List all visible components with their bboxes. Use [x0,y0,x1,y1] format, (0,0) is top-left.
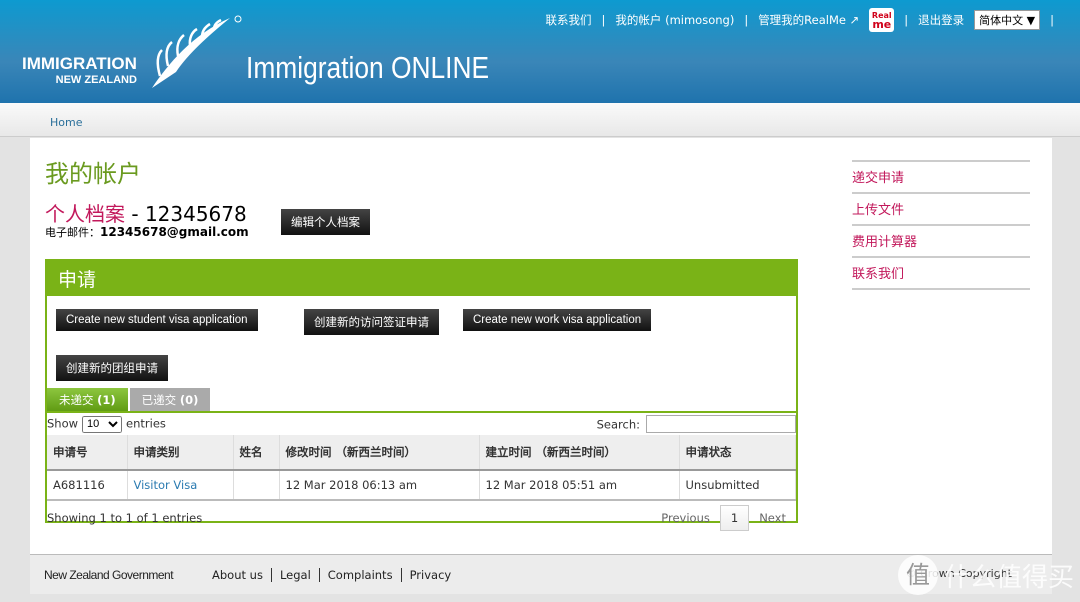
separator: | [904,13,909,27]
footer-privacy-link[interactable]: Privacy [400,567,460,582]
separator: | [1050,13,1054,27]
profile-number: 12345678 [144,202,247,226]
sidebar-item-fee-calculator[interactable]: 费用计算器 [852,224,1030,256]
create-group-application-button[interactable]: 创建新的团组申请 [56,355,168,381]
sidebar: 递交申请 上传文件 费用计算器 联系我们 [852,160,1030,290]
site-header: IMMIGRATION NEW ZEALAND Immigration ONLI… [0,0,1080,103]
create-work-visa-button[interactable]: Create new work visa application [463,309,652,331]
column-header[interactable]: 申请状态 [679,435,796,471]
pagination: Previous 1 Next [661,505,796,531]
table-summary: Showing 1 to 1 of 1 entries [47,511,203,525]
separator: | [601,13,606,27]
logout-link[interactable]: 退出登录 [918,12,964,28]
watermark-icon: 值 [897,555,938,595]
previous-button[interactable]: Previous [661,511,710,525]
column-header[interactable]: 申请号 [47,435,128,471]
manage-realme-link[interactable]: 管理我的RealMe ↗ [758,12,859,28]
applications-section: 申请 Create new student visa application 创… [45,259,798,531]
application-tabs: 未递交 (1) 已递交 (0) [47,388,211,412]
applications-heading: 申请 [47,261,796,296]
sidebar-item-upload[interactable]: 上传文件 [852,192,1030,224]
page-size-select[interactable]: 10 [82,415,123,433]
contact-us-link[interactable]: 联系我们 [546,12,592,28]
column-header[interactable]: 申请类别 [127,435,234,471]
footer-about-link[interactable]: About us [204,568,271,582]
applications-table: 申请号 申请类别 姓名 修改时间 （新西兰时间） 建立时间 （新西兰时间） 申请… [47,435,796,501]
next-button[interactable]: Next [759,511,786,525]
watermark: 值什么值得买 [897,555,1074,595]
profile-heading: 个人档案 - 12345678 [45,202,247,226]
page-1-button[interactable]: 1 [719,505,750,531]
separator: | [744,13,749,27]
email-value: 12345678@gmail.com [100,225,249,239]
app-title: Immigration ONLINE [246,50,490,85]
application-type-link[interactable]: Visitor Visa [134,478,198,492]
column-header[interactable]: 修改时间 （新西兰时间） [279,435,480,471]
immigration-nz-logo[interactable]: IMMIGRATION NEW ZEALAND [22,54,137,86]
breadcrumb-home[interactable]: Home [50,116,82,129]
edit-profile-button[interactable]: 编辑个人档案 [281,209,370,235]
realme-logo[interactable]: Real me [869,8,895,32]
my-account-link[interactable]: 我的帐户 (mimosong) [615,12,734,28]
search-input[interactable] [646,415,796,433]
silver-fern-icon [152,15,242,88]
top-links: 联系我们 | 我的帐户 (mimosong) | 管理我的RealMe ↗ Re… [546,8,1054,32]
language-select[interactable]: 简体中文 ▼ [974,10,1041,30]
sidebar-item-submit[interactable]: 递交申请 [852,160,1030,192]
main-panel: 我的帐户 个人档案 - 12345678 电子邮件：12345678@gmail… [30,138,1052,554]
breadcrumb: Home [0,103,1080,137]
tab-submitted[interactable]: 已递交 (0) [129,388,211,412]
tab-unsubmitted[interactable]: 未递交 (1) [47,388,128,412]
email-info: 电子邮件：12345678@gmail.com [45,225,249,239]
applications-table-area: Show 10 entries Search: 申请号 申请类别 姓名 修改时间 （… [47,411,796,531]
column-header[interactable]: 建立时间 （新西兰时间） [479,435,680,471]
footer-complaints-link[interactable]: Complaints [318,567,401,582]
footer-legal-link[interactable]: Legal [270,567,319,582]
create-visitor-visa-button[interactable]: 创建新的访问签证申请 [304,309,439,335]
chevron-down-icon: ▼ [1026,14,1036,27]
status-cell: Unsubmitted [679,470,796,501]
nz-government-logo[interactable]: New Zealand Government [44,568,204,582]
column-header[interactable]: 姓名 [233,435,280,471]
page-title: 我的帐户 [45,160,141,188]
external-link-icon: ↗ [849,13,860,27]
table-row: A681116 Visitor Visa 12 Mar 2018 06:13 a… [47,470,796,501]
create-student-visa-button[interactable]: Create new student visa application [56,309,258,331]
sidebar-item-contact[interactable]: 联系我们 [852,256,1030,290]
